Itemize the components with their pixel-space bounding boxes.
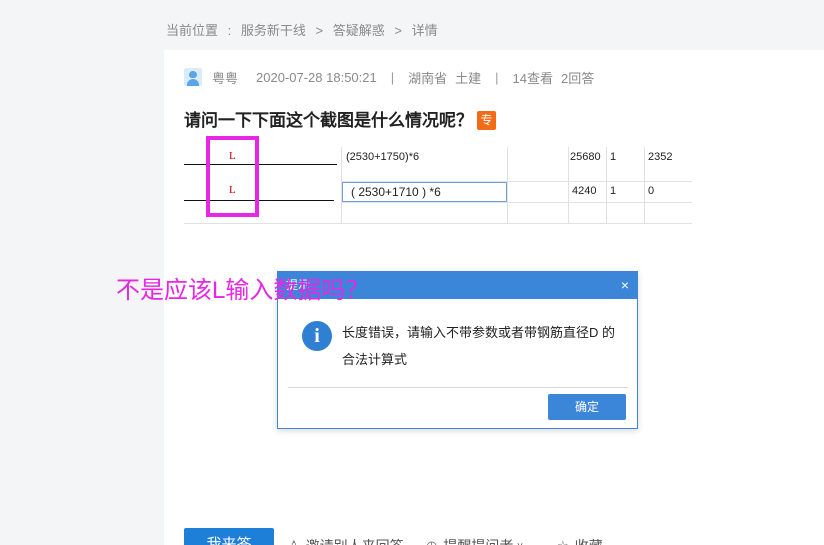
dialog-divider	[288, 387, 628, 388]
chevron-down-icon: ∨	[516, 541, 523, 545]
cell-formula-row1: (2530+1750)*6	[346, 151, 420, 163]
grid-line	[568, 147, 569, 224]
avatar-head-shape	[189, 71, 197, 78]
grid-line	[507, 147, 508, 224]
post-datetime: 2020-07-28 18:50:21	[256, 69, 377, 85]
question-title-text: 请问一下下面这个截图是什么情况呢？	[184, 111, 473, 130]
answer-count: 2回答	[561, 70, 595, 86]
question-screenshot: L L (2530+1750)*6 25680 1 2352 ( 2530+17…	[184, 136, 692, 227]
cell-formula-row2-editor: ( 2530+1710 ) *6	[342, 182, 507, 202]
ok-button[interactable]: 确定	[548, 394, 626, 420]
answer-button[interactable]: 我来答	[184, 528, 274, 545]
cell-value-row2-c: 0	[648, 185, 655, 197]
cell-value-row1-c: 2352	[648, 151, 673, 163]
dialog-message: 长度错误，请输入不带参数或者带钢筋直径D 的合法计算式	[342, 325, 616, 367]
favorite-label: 收藏	[575, 536, 603, 545]
grid-line	[342, 202, 692, 203]
grid-line	[184, 223, 692, 224]
meta-separator: |	[390, 69, 395, 85]
highlight-box	[206, 136, 259, 217]
cell-value-row1-b: 1	[610, 151, 617, 163]
user-icon: ♙	[288, 538, 300, 545]
clock-icon: ◷	[426, 538, 437, 545]
breadcrumb-colon: :	[227, 23, 232, 38]
remind-asker-link[interactable]: ◷ 提醒提问者 ∨	[426, 536, 530, 545]
cell-value-row2-a: 4240	[572, 185, 597, 197]
favorite-link[interactable]: ☆ 收藏	[557, 536, 603, 545]
breadcrumb-separator: >	[394, 23, 402, 38]
remind-asker-label: 提醒提问者	[443, 536, 513, 545]
breadcrumb-current: 详情	[411, 23, 438, 38]
expert-badge: 专	[477, 111, 496, 130]
question-title: 请问一下下面这个截图是什么情况呢？ 专	[184, 106, 496, 131]
invite-answer-label: 邀请别人来回答	[306, 536, 404, 545]
star-icon: ☆	[557, 538, 569, 545]
invite-answer-link[interactable]: ♙ 邀请别人来回答	[288, 536, 404, 545]
author-name[interactable]: 粤粤	[212, 68, 238, 87]
grid-line	[606, 147, 607, 224]
breadcrumb: 当前位置 : 服务新干线 > 答疑解惑 > 详情	[166, 20, 444, 39]
avatar-body-shape	[187, 79, 199, 86]
meta-separator: |	[495, 69, 499, 85]
view-count: 14查看	[512, 70, 554, 86]
annotation-text: 不是应该L输入数据吗？	[116, 277, 370, 304]
grid-line	[644, 147, 645, 224]
province-tag: 湖南省	[408, 70, 448, 86]
category-tag: 土建	[455, 70, 482, 86]
avatar[interactable]	[184, 68, 202, 86]
breadcrumb-label: 当前位置	[166, 23, 219, 38]
question-meta: 粤粤 2020-07-28 18:50:21 | 湖南省 土建 | 14查看 2…	[184, 68, 594, 86]
info-icon: i	[302, 321, 332, 351]
close-icon[interactable]: ×	[621, 272, 629, 299]
breadcrumb-link-service[interactable]: 服务新干线	[241, 23, 306, 38]
breadcrumb-separator: >	[315, 23, 324, 38]
cell-value-row2-b: 1	[610, 185, 617, 197]
cell-value-row1-a: 25680	[570, 151, 601, 163]
breadcrumb-link-qa[interactable]: 答疑解惑	[333, 23, 385, 38]
